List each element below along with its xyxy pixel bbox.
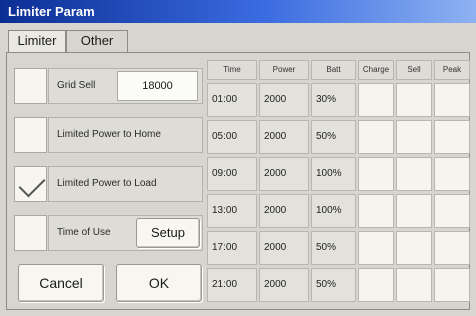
- col-header-peak: Peak: [434, 60, 470, 80]
- power-cell[interactable]: 2000: [259, 268, 309, 302]
- charge-checkbox[interactable]: [358, 120, 394, 154]
- col-header-batt: Batt: [311, 60, 356, 80]
- time-cell[interactable]: 13:00: [207, 194, 257, 228]
- batt-cell[interactable]: 30%: [311, 83, 356, 117]
- charge-checkbox[interactable]: [358, 268, 394, 302]
- peak-checkbox[interactable]: [434, 157, 470, 191]
- time-cell[interactable]: 09:00: [207, 157, 257, 191]
- window-title: Limiter Param: [0, 0, 476, 23]
- tab-other[interactable]: Other: [66, 30, 128, 52]
- ok-button[interactable]: OK: [116, 264, 202, 302]
- peak-checkbox[interactable]: [434, 268, 470, 302]
- sell-checkbox[interactable]: [396, 231, 432, 265]
- setup-button[interactable]: Setup: [136, 218, 200, 248]
- power-cell[interactable]: 2000: [259, 157, 309, 191]
- charge-checkbox[interactable]: [358, 231, 394, 265]
- col-header-sell: Sell: [396, 60, 432, 80]
- sell-checkbox[interactable]: [396, 157, 432, 191]
- charge-checkbox[interactable]: [358, 157, 394, 191]
- limited-power-to-home-checkbox[interactable]: [14, 117, 47, 153]
- peak-checkbox[interactable]: [434, 120, 470, 154]
- limited-power-to-load-row[interactable]: Limited Power to Load: [48, 166, 203, 202]
- grid-sell-checkbox[interactable]: [14, 68, 47, 104]
- charge-checkbox[interactable]: [358, 83, 394, 117]
- batt-cell[interactable]: 50%: [311, 268, 356, 302]
- time-of-use-label: Time of Use: [57, 227, 111, 238]
- col-header-power: Power: [259, 60, 309, 80]
- sell-checkbox[interactable]: [396, 83, 432, 117]
- limited-power-to-load-checkbox[interactable]: [14, 166, 47, 202]
- sell-checkbox[interactable]: [396, 194, 432, 228]
- batt-cell[interactable]: 50%: [311, 120, 356, 154]
- batt-cell[interactable]: 50%: [311, 231, 356, 265]
- time-of-use-checkbox[interactable]: [14, 215, 47, 251]
- grid-sell-value-input[interactable]: 18000: [117, 71, 198, 101]
- power-cell[interactable]: 2000: [259, 83, 309, 117]
- batt-cell[interactable]: 100%: [311, 194, 356, 228]
- power-cell[interactable]: 2000: [259, 120, 309, 154]
- charge-checkbox[interactable]: [358, 194, 394, 228]
- cancel-button[interactable]: Cancel: [18, 264, 104, 302]
- time-cell[interactable]: 17:00: [207, 231, 257, 265]
- peak-checkbox[interactable]: [434, 83, 470, 117]
- col-header-charge: Charge: [358, 60, 394, 80]
- tab-limiter[interactable]: Limiter: [8, 30, 66, 53]
- peak-checkbox[interactable]: [434, 194, 470, 228]
- batt-cell[interactable]: 100%: [311, 157, 356, 191]
- power-cell[interactable]: 2000: [259, 231, 309, 265]
- time-cell[interactable]: 05:00: [207, 120, 257, 154]
- col-header-time: Time: [207, 60, 257, 80]
- sell-checkbox[interactable]: [396, 268, 432, 302]
- sell-checkbox[interactable]: [396, 120, 432, 154]
- limiter-param-window: Limiter Param Limiter Other Grid Sell 18…: [0, 0, 476, 316]
- peak-checkbox[interactable]: [434, 231, 470, 265]
- limited-power-to-home-row[interactable]: Limited Power to Home: [48, 117, 203, 153]
- power-cell[interactable]: 2000: [259, 194, 309, 228]
- time-cell[interactable]: 01:00: [207, 83, 257, 117]
- grid-sell-label: Grid Sell: [57, 80, 96, 91]
- time-cell[interactable]: 21:00: [207, 268, 257, 302]
- checkmark-icon: [18, 170, 46, 198]
